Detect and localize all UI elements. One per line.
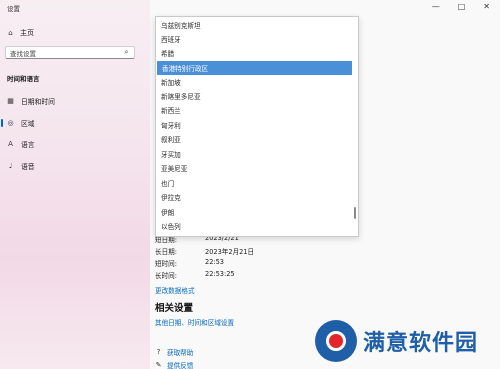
long-time-row: 长时间: 22:53:25 [155,270,235,280]
long-date-row: 长日期: 2023年2月21日 [155,248,255,256]
sidebar-item-label: 区域 [21,120,35,128]
feedback-link[interactable]: ✎ 提供反馈 [155,360,194,369]
home-icon: ⌂ [8,28,13,37]
list-item[interactable]: 匈牙利 [156,118,352,132]
short-time-row: 短时间: 22:53 [155,258,225,268]
sidebar: 设置 ⌂ 主页 查找设置 ⌕ 时间和语言 ▦ 日期和时间 ◎ 区域 A 语言 ♩… [0,0,150,369]
sidebar-item-label: 语言 [21,141,35,149]
list-item[interactable]: 亚美尼亚 [156,161,352,175]
search-icon: ⌕ [124,48,129,56]
search-input[interactable]: 查找设置 ⌕ [5,46,135,59]
watermark: 满意软件园 [315,320,478,362]
list-item[interactable]: 新西兰 [156,103,352,117]
list-item[interactable]: 牙买加 [156,147,352,161]
language-icon: A [8,139,13,148]
list-item-selected[interactable]: 香港特别行政区 [157,61,352,75]
close-button[interactable]: ✕ [483,2,490,11]
sidebar-item-language[interactable]: A 语言 [0,137,150,151]
sidebar-item-label: 语音 [21,163,35,171]
watermark-text: 满意软件园 [363,331,479,356]
home-nav-item[interactable]: ⌂ 主页 [7,28,34,38]
microphone-icon: ♩ [8,161,13,170]
help-icon: ? [156,347,161,356]
list-item[interactable]: 也门 [156,176,352,190]
list-item[interactable]: 希腊 [156,46,352,60]
window-controls: — □ ✕ [432,2,490,11]
section-title: 时间和语言 [7,75,40,83]
related-settings-title: 相关设置 [155,303,194,314]
get-help-link[interactable]: ? 获取帮助 [155,347,194,357]
watermark-logo [315,320,357,362]
minimize-button[interactable]: — [432,2,440,11]
search-placeholder: 查找设置 [10,49,36,58]
sidebar-item-date-time[interactable]: ▦ 日期和时间 [0,94,150,108]
sidebar-item-speech[interactable]: ♩ 语音 [0,159,150,173]
additional-settings-link[interactable]: 其他日期、时间和区域设置 [155,317,234,327]
list-item[interactable]: 伊拉克 [156,190,352,204]
list-item[interactable]: 伊朗 [156,205,352,219]
maximize-button[interactable]: □ [458,2,466,11]
list-item[interactable]: 西班牙 [156,32,352,46]
calendar-icon: ▦ [7,96,14,105]
sidebar-item-region[interactable]: ◎ 区域 [0,116,150,130]
list-item[interactable]: 乌兹别克斯坦 [156,18,352,32]
list-item[interactable]: 新加坡 [156,75,352,89]
list-item[interactable]: 以色列 [156,219,352,233]
region-dropdown-list[interactable]: 乌兹别克斯坦 西班牙 希腊 香港特别行政区 新加坡 新喀里多尼亚 新西兰 匈牙利… [155,16,359,237]
change-data-format-link[interactable]: 更改数据格式 [155,285,195,295]
list-item[interactable]: 新喀里多尼亚 [156,89,352,103]
dropdown-scrollbar[interactable] [354,207,356,219]
list-item[interactable]: 叙利亚 [156,132,352,146]
feedback-icon: ✎ [155,360,162,369]
globe-icon: ◎ [7,118,14,127]
window-title: 设置 [7,5,20,13]
home-label: 主页 [20,29,34,37]
sidebar-item-label: 日期和时间 [21,98,55,106]
